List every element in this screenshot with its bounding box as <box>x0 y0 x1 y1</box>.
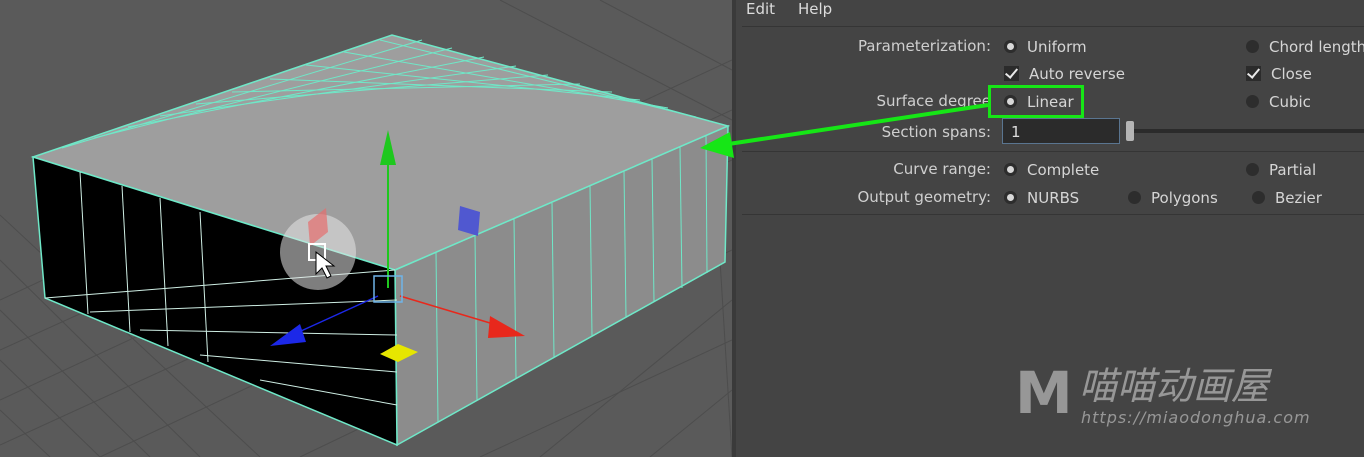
radio-nurbs[interactable]: NURBS <box>1004 188 1079 208</box>
watermark-logo: M <box>1015 359 1073 427</box>
curve-range-label: Curve range: <box>893 160 991 178</box>
parameterization-label: Parameterization: <box>857 37 991 55</box>
radio-complete[interactable]: Complete <box>1004 160 1099 180</box>
surface-degree-label: Surface degree <box>876 92 991 110</box>
menu-edit[interactable]: Edit <box>746 0 775 20</box>
radio-cubic[interactable]: Cubic <box>1246 92 1311 112</box>
section-spans-slider-track[interactable] <box>1132 129 1364 133</box>
radio-dot-icon <box>1246 39 1259 53</box>
radio-dot-icon <box>1004 39 1017 53</box>
section-spans-slider-handle[interactable] <box>1126 121 1134 141</box>
checkmark-icon <box>1004 65 1019 81</box>
radio-dot-icon <box>1004 162 1017 176</box>
radio-polygons[interactable]: Polygons <box>1128 188 1218 208</box>
radio-dot-icon <box>1246 94 1259 108</box>
watermark-text: 喵喵动画屋 <box>1079 364 1270 408</box>
radio-dot-icon <box>1128 190 1141 204</box>
bottom-separator <box>742 214 1364 215</box>
radio-bezier[interactable]: Bezier <box>1252 188 1322 208</box>
radio-uniform[interactable]: Uniform <box>1004 37 1087 57</box>
radio-dot-icon <box>1252 190 1265 204</box>
radio-chord-length[interactable]: Chord length <box>1246 37 1364 57</box>
menu-separator <box>742 26 1364 27</box>
checkbox-close[interactable]: Close <box>1246 64 1312 84</box>
linear-option-highlight <box>988 85 1084 118</box>
watermark: M 喵喵动画屋 https://miaodonghua.com <box>1015 362 1335 432</box>
menu-help[interactable]: Help <box>798 0 832 20</box>
output-geometry-label: Output geometry: <box>857 188 991 206</box>
section-separator <box>742 151 1364 152</box>
radio-dot-icon <box>1246 162 1259 176</box>
watermark-url: https://miaodonghua.com <box>1081 408 1311 427</box>
3d-viewport[interactable] <box>0 0 732 457</box>
section-spans-label: Section spans: <box>881 123 991 141</box>
checkmark-icon <box>1246 65 1261 81</box>
radio-partial[interactable]: Partial <box>1246 160 1316 180</box>
radio-dot-icon <box>1004 190 1017 204</box>
checkbox-auto-reverse[interactable]: Auto reverse <box>1004 64 1125 84</box>
viewport-scene <box>0 0 732 457</box>
section-spans-input[interactable]: 1 <box>1002 118 1120 144</box>
